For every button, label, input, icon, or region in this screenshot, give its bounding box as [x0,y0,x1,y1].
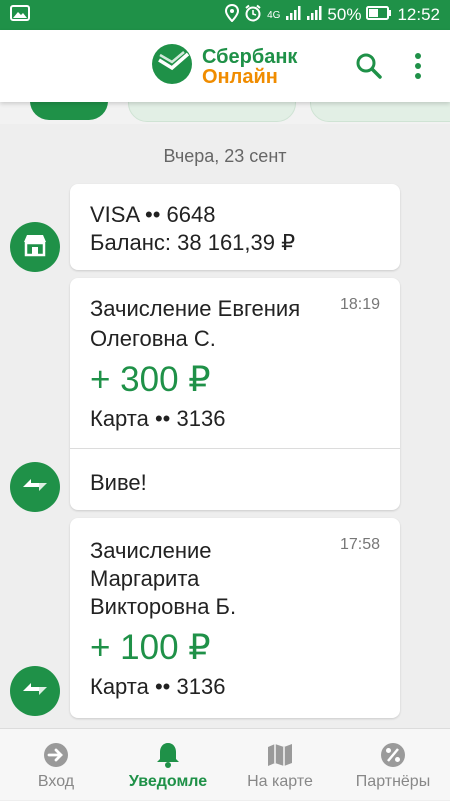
divider [70,448,400,449]
percent-icon [379,741,407,774]
transfer-avatar [10,666,60,716]
message-title-line1: Зачисление [90,538,212,563]
bottom-navigation: Вход Уведомле На карте Партнёры [0,728,450,800]
message-title-line3: Викторовна Б. [90,594,237,619]
nav-label: Уведомле [128,773,208,790]
transfer-avatar [10,462,60,512]
alarm-icon [244,4,262,27]
amount: + 300 ₽ [90,360,211,399]
network-type-label: 4G [267,9,281,21]
bell-icon [154,741,182,774]
balance-text: Баланс: 38 161,39 ₽ [90,230,296,255]
transfer-icon [20,677,50,706]
card-label: Карта •• 3136 [90,406,226,431]
amount: + 100 ₽ [90,628,211,667]
nav-label: Партнёры [355,773,431,790]
message-card-balance[interactable]: VISA •• 6648 Баланс: 38 161,39 ₽ [70,184,400,270]
nav-notifications[interactable]: Уведомле [112,729,224,801]
card-label: Карта •• 3136 [90,674,226,699]
filter-chip-active[interactable] [30,102,108,120]
nav-login[interactable]: Вход [0,729,112,801]
date-separator: Вчера, 23 сент [163,146,287,166]
store-icon [22,233,48,262]
message-title-line2: Маргарита [90,566,200,591]
sberbank-logo-icon [150,42,194,91]
message-card-income[interactable]: 18:19 Зачисление Евгения Олеговна С. + 3… [70,278,400,510]
gallery-notification-icon [10,4,30,26]
message-title-line2: Олеговна С. [90,326,216,351]
location-icon [225,3,240,27]
message-comment: Виве! [90,470,147,495]
filter-chips [0,102,450,124]
logo-line1: Сбербанк [202,45,298,68]
message-title-line1: Зачисление Евгения [90,296,301,321]
status-bar: 4G 50% 12:52 [0,0,450,30]
battery-percent: 50% [327,5,362,24]
nav-partners[interactable]: Партнёры [336,729,450,801]
clock: 12:52 [397,5,440,24]
nav-map[interactable]: На карте [224,729,336,801]
message-card-income[interactable]: 17:58 Зачисление Маргарита Викторовна Б.… [70,518,400,718]
signal-icon [285,5,301,26]
more-menu-icon[interactable] [413,52,423,85]
map-icon [266,741,294,774]
message-time: 17:58 [339,536,380,553]
app-bar: Сбербанк Онлайн [0,30,450,102]
logo-line2: Онлайн [202,65,278,88]
login-arrow-icon [42,741,70,774]
store-avatar [10,222,60,272]
nav-label: Вход [37,773,75,790]
signal-icon-sim2 [306,5,322,26]
filter-chip[interactable] [310,102,450,122]
battery-icon [366,5,392,25]
message-time: 18:19 [339,296,380,313]
filter-chip[interactable] [128,102,296,122]
nav-label: На карте [247,773,313,790]
card-number: VISA •• 6648 [90,202,216,227]
transfer-icon [20,473,50,502]
sberbank-logo: Сбербанк Онлайн [150,42,297,91]
search-icon[interactable] [355,52,383,85]
